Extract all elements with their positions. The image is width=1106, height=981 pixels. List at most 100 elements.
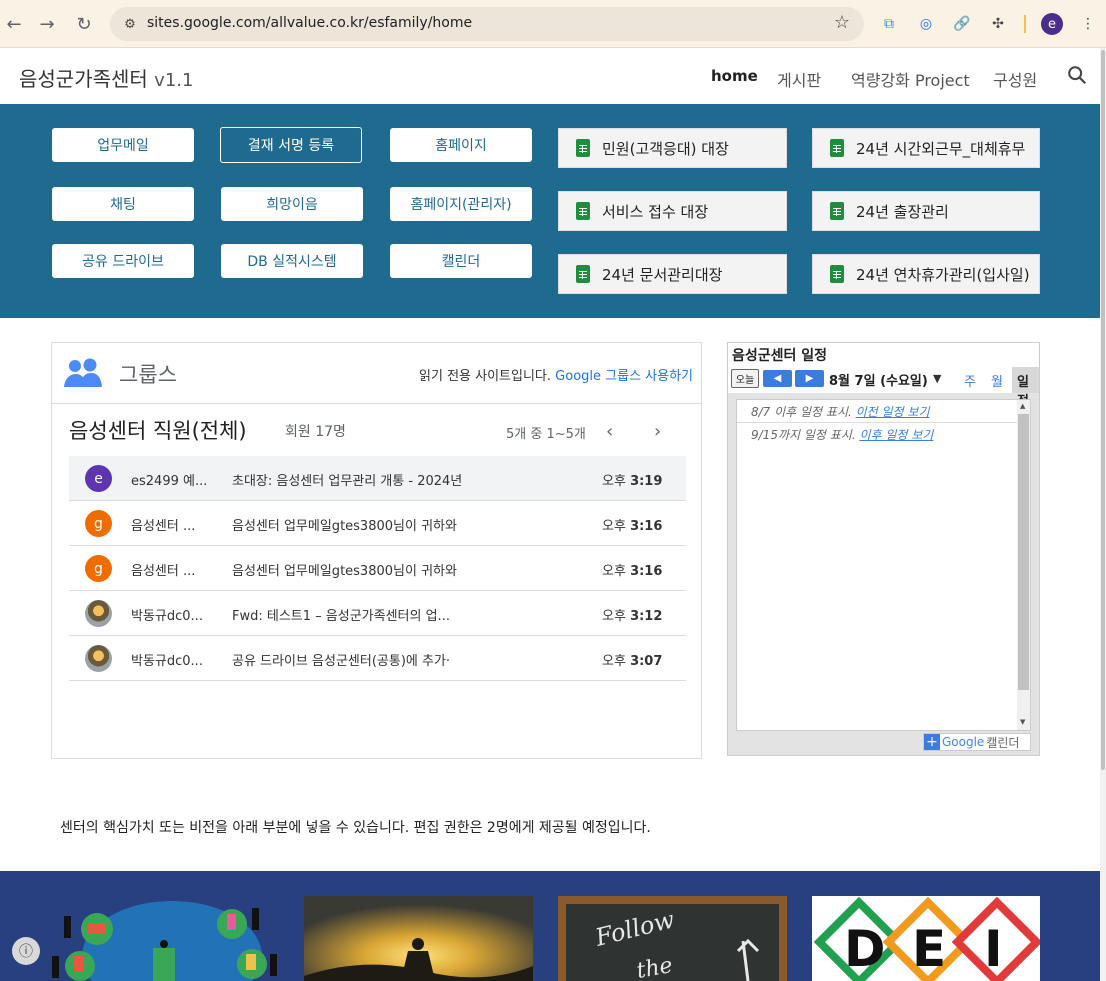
search-icon[interactable] [1066,64,1088,86]
sheet-link-documents[interactable]: 24년 문서관리대장 [558,254,787,294]
translate-icon[interactable]: ⧉ [878,13,900,35]
use-google-groups-link[interactable]: Google 그룹스 사용하기 [555,369,693,384]
sheet-link-overtime[interactable]: 24년 시간외근무_대체휴무 [812,128,1040,168]
tab-week[interactable]: 주 [964,371,976,390]
sheet-link-annual-leave[interactable]: 24년 연차휴가관리(입사일) [812,254,1040,294]
sheets-icon [830,265,844,283]
table-row[interactable]: g 음성센터 ... 음성센터 업무메일gtes3800님이 귀하와 오후 3:… [69,501,686,546]
nav-home[interactable]: home [711,67,758,85]
subject: 음성센터 업무메일gtes3800님이 귀하와 [232,519,457,534]
time-prefix: 오후 [602,519,626,534]
nav-board[interactable]: 게시판 [777,67,821,91]
shared-drive-button[interactable]: 공유 드라이브 [52,244,194,278]
sheet-link-business-trip[interactable]: 24년 출장관리 [812,191,1040,231]
table-row[interactable]: e es2499 예... 초대장: 음성센터 업무관리 개통 - 2024년 … [69,456,686,501]
url-text[interactable]: sites.google.com/allvalue.co.kr/esfamily… [147,15,472,31]
groups-title: 그룹스 [119,363,177,387]
photo-avatar [85,600,112,627]
calendar-toolbar: 오늘 ◀ ▶ 8월 7일 (수요일) ▼ 주 월 일정 [728,367,1039,409]
site-title[interactable]: 음성군가족센터 v1.1 [19,63,193,92]
table-row[interactable]: 박동규dc0... 공유 드라이브 음성군센터(공통)에 추가· 오후 3:07 [69,636,686,681]
sheet-link-label: 24년 연차휴가관리(입사일) [856,265,1030,284]
extensions-puzzle-icon[interactable]: ✣ [987,13,1009,35]
today-button[interactable]: 오늘 [731,369,759,388]
group-name[interactable]: 음성센터 직원(전체) [69,415,247,445]
subject: Fwd: 테스트1 – 음성군가족센터의 업... [232,609,450,624]
bookmark-star-icon[interactable]: ☆ [834,12,850,33]
dei-letter: D [844,920,886,978]
sheet-link-label: 24년 문서관리대장 [602,265,723,284]
signature-register-button[interactable]: 결재 서명 등록 [220,127,362,163]
chat-button[interactable]: 채팅 [52,187,194,221]
agenda-earlier-line: 8/7 이후 일정 표시. 이전 일정 보기 [751,403,930,420]
agenda-later-line: 9/15까지 일정 표시. 이후 일정 보기 [751,426,933,443]
address-bar[interactable]: ⚙ sites.google.com/allvalue.co.kr/esfami… [110,7,864,41]
time-value: 3:16 [630,564,663,579]
avatar: g [85,510,112,537]
back-icon[interactable]: ← [0,10,28,38]
calendar-current-date: 8월 7일 (수요일) [829,374,928,389]
table-row[interactable]: g 음성센터 ... 음성센터 업무메일gtes3800님이 귀하와 오후 3:… [69,546,686,591]
group-member-count: 회원 17명 [285,424,346,440]
timestamp: 오후 3:16 [602,560,662,579]
calendar-next-icon[interactable]: ▶ [795,370,824,387]
vision-text: 센터의 핵심가치 또는 비전을 아래 부분에 넣을 수 있습니다. 편집 권한은… [60,820,651,836]
hope-connect-button[interactable]: 희망이음 [221,187,363,221]
calendar-label: 캘린더 [986,735,1020,750]
sheets-icon [830,139,844,157]
sheet-link-service-intake[interactable]: 서비스 접수 대장 [558,191,787,231]
calendar-embed: 음성군센터 일정 오늘 ◀ ▶ 8월 7일 (수요일) ▼ 주 월 일정 8/7… [727,342,1040,756]
link-icon[interactable]: 🔗 [951,13,973,35]
table-row[interactable]: 박동규dc0... Fwd: 테스트1 – 음성군가족센터의 업... 오후 3… [69,591,686,636]
agenda-line-text: 8/7 이후 일정 표시. [751,405,852,419]
work-mail-button[interactable]: 업무메일 [52,128,194,162]
browser-menu-icon[interactable]: ⋮ [1077,13,1099,35]
site-version: v1.1 [154,70,194,91]
page-scrollbar-thumb[interactable] [1101,50,1105,770]
show-earlier-link[interactable]: 이전 일정 보기 [856,405,930,419]
chalkboard-photo: Follow the [558,896,787,981]
dei-logo: D E I [812,896,1040,981]
db-performance-button[interactable]: DB 실적시스템 [221,244,363,278]
homepage-button[interactable]: 홈페이지 [390,128,532,162]
groups-people-icon [64,358,102,387]
profile-avatar[interactable]: e [1041,13,1063,35]
site-settings-icon[interactable]: ⚙ [120,14,140,34]
calendar-prev-icon[interactable]: ◀ [763,370,792,387]
time-value: 3:19 [630,474,663,489]
show-later-link[interactable]: 이후 일정 보기 [859,428,933,442]
forward-icon[interactable]: → [33,10,61,38]
homepage-admin-button[interactable]: 홈페이지(관리자) [390,187,532,221]
sheet-link-label: 서비스 접수 대장 [602,202,709,221]
add-to-google-calendar[interactable]: + Google 캘린더 [923,733,1031,751]
chevron-left-icon[interactable]: ‹ [606,421,613,442]
extension-circle-icon[interactable]: ◎ [915,13,937,35]
groups-embed: 그룹스 읽기 전용 사이트입니다. Google 그룹스 사용하기 음성센터 직… [51,342,702,759]
calendar-scrollbar[interactable]: ▲ ▼ [1017,400,1030,730]
chevron-right-icon[interactable]: › [654,421,661,442]
nav-members[interactable]: 구성원 [993,67,1037,91]
calendar-scrollbar-thumb[interactable] [1018,414,1029,690]
sheets-icon [576,202,590,220]
reload-icon[interactable]: ↻ [70,10,98,38]
subject: 초대장: 음성센터 업무관리 개통 - 2024년 [232,474,463,489]
nav-capacity-project[interactable]: 역량강화 Project [851,67,970,91]
time-prefix: 오후 [602,474,626,489]
site-title-text: 음성군가족센터 [19,67,148,91]
calendar-button[interactable]: 캘린더 [390,244,532,278]
page-scrollbar[interactable] [1100,48,1106,981]
chevron-down-icon[interactable]: ▼ [933,372,941,385]
timestamp: 오후 3:19 [602,470,662,489]
avatar: g [85,555,112,582]
scroll-down-icon[interactable]: ▼ [1020,718,1025,726]
tab-month[interactable]: 월 [991,371,1003,390]
tab-agenda[interactable]: 일정 [1012,367,1039,409]
timestamp: 오후 3:07 [602,650,662,669]
info-icon[interactable]: ⓘ [12,937,40,965]
timestamp: 오후 3:16 [602,515,662,534]
google-logo: Google [942,735,985,749]
scroll-up-icon[interactable]: ▲ [1020,402,1025,410]
sheet-link-label: 24년 시간외근무_대체휴무 [856,139,1026,158]
sheet-link-complaints[interactable]: 민원(고객응대) 대장 [558,128,787,168]
sheets-icon [576,139,590,157]
